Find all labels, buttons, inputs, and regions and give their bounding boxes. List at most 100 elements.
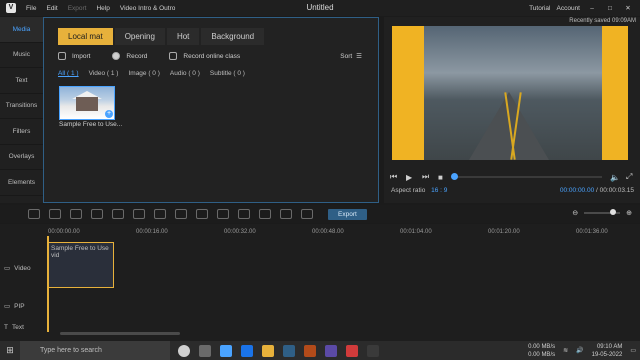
track-text[interactable]: T Text bbox=[4, 324, 24, 331]
resize-icon[interactable] bbox=[196, 209, 208, 219]
wifi-icon[interactable]: ≋ bbox=[563, 347, 568, 354]
screen-icon[interactable] bbox=[217, 209, 229, 219]
record-app-icon[interactable] bbox=[346, 344, 358, 357]
track-video-label: Video bbox=[14, 264, 31, 272]
system-tray: 0.00 MB/s 0.00 MB/s ≋ 🔊 09:10 AM 19-05-2… bbox=[528, 341, 636, 360]
record-button[interactable]: Record bbox=[126, 53, 147, 60]
rotate-icon[interactable] bbox=[175, 209, 187, 219]
tutorial-link[interactable]: Tutorial bbox=[529, 5, 550, 12]
cortana-icon[interactable] bbox=[178, 344, 190, 357]
sort-icon[interactable]: ☰ bbox=[356, 52, 362, 60]
windows-start-icon[interactable]: ⊞ bbox=[0, 341, 20, 360]
split-icon[interactable] bbox=[91, 209, 103, 219]
menu-help[interactable]: Help bbox=[96, 5, 109, 12]
menu-video-intro-outro[interactable]: Video Intro & Outro bbox=[120, 5, 176, 12]
recently-saved-label: Recently saved 09:09AM bbox=[569, 18, 636, 24]
taskbar-search[interactable]: Type here to search bbox=[20, 341, 170, 360]
ruler-tick: 00:00:32.00 bbox=[224, 229, 256, 235]
after-effects-icon[interactable] bbox=[325, 344, 337, 357]
record-icon[interactable] bbox=[112, 52, 121, 60]
menu-edit[interactable]: Edit bbox=[46, 5, 57, 12]
ruler-tick: 00:01:36.00 bbox=[576, 229, 608, 235]
tab-local-mat[interactable]: Local mat bbox=[58, 28, 113, 45]
volume-icon[interactable]: 🔈 bbox=[610, 173, 620, 182]
sort-button[interactable]: Sort bbox=[340, 53, 352, 60]
filter-audio[interactable]: Audio ( 0 ) bbox=[170, 70, 200, 77]
net-up: 0.00 MB/s bbox=[528, 343, 556, 350]
nav-transitions[interactable]: Transitions bbox=[0, 94, 43, 119]
step-back-icon[interactable]: ⏮ bbox=[390, 172, 398, 182]
zoom-in-icon[interactable]: ⊕ bbox=[626, 209, 632, 217]
ruler-tick: 00:01:04.00 bbox=[400, 229, 432, 235]
export-button[interactable]: Export bbox=[328, 208, 367, 220]
stop-icon[interactable]: ■ bbox=[438, 173, 446, 182]
close-icon[interactable]: ✕ bbox=[622, 4, 634, 12]
tab-opening[interactable]: Opening bbox=[114, 28, 165, 45]
import-button[interactable]: Import bbox=[72, 53, 90, 60]
timecode: 00:00:00.00 / 00:00:03.15 bbox=[559, 187, 634, 194]
fullscreen-icon[interactable]: ⤢ bbox=[626, 172, 634, 182]
tab-background[interactable]: Background bbox=[201, 28, 265, 45]
volume-tray-icon[interactable]: 🔊 bbox=[576, 347, 583, 354]
nav-media[interactable]: Media bbox=[0, 17, 43, 43]
filter-subtitle[interactable]: Subtitle ( 0 ) bbox=[210, 70, 245, 77]
nav-music[interactable]: Music bbox=[0, 43, 43, 68]
video-editor-taskbar-icon[interactable] bbox=[367, 344, 379, 357]
track-pip[interactable]: ▭ PIP bbox=[4, 302, 25, 311]
file-explorer-icon[interactable] bbox=[262, 344, 274, 357]
nav-overlays[interactable]: Overlays bbox=[0, 145, 43, 170]
record-online-button[interactable]: Record online class bbox=[183, 53, 240, 60]
photoshop-icon[interactable] bbox=[283, 344, 295, 357]
import-icon[interactable] bbox=[58, 52, 66, 60]
preview-panel: Recently saved 09:09AM ⏮ ▶ ⏭ ■ 🔈 ⤢ Aspec… bbox=[384, 17, 640, 203]
track-video[interactable]: ▭ Video bbox=[4, 264, 31, 273]
record-online-icon[interactable] bbox=[169, 52, 178, 60]
chrome-icon[interactable] bbox=[241, 344, 253, 357]
zoom-slider-knob[interactable] bbox=[610, 209, 617, 215]
notifications-icon[interactable]: ▭ bbox=[630, 347, 636, 354]
aspect-ratio-label: Aspect ratio bbox=[391, 187, 426, 194]
timer-icon[interactable] bbox=[238, 209, 250, 219]
menu-export[interactable]: Export bbox=[68, 5, 87, 12]
aspect-ratio[interactable]: Aspect ratio 16 : 9 bbox=[391, 187, 447, 194]
aspect-ratio-value[interactable]: 16 : 9 bbox=[431, 187, 447, 194]
redo-icon[interactable] bbox=[49, 209, 61, 219]
play-icon[interactable]: ▶ bbox=[406, 173, 414, 182]
ruler-tick: 00:00:00.00 bbox=[48, 229, 80, 235]
zoom-slider[interactable] bbox=[584, 209, 621, 215]
undo-icon[interactable] bbox=[28, 209, 40, 219]
video-track-icon: ▭ bbox=[4, 265, 11, 272]
menu-file[interactable]: File bbox=[26, 5, 36, 12]
account-link[interactable]: Account bbox=[557, 5, 581, 12]
tray-date: 19-05-2022 bbox=[591, 351, 623, 358]
filter-image[interactable]: Image ( 0 ) bbox=[128, 70, 159, 77]
filter-all[interactable]: All ( 1 ) bbox=[58, 70, 79, 77]
nav-text[interactable]: Text bbox=[0, 68, 43, 94]
filter-video[interactable]: Video ( 1 ) bbox=[89, 70, 119, 77]
delete-icon[interactable] bbox=[112, 209, 124, 219]
video-clip[interactable]: Sample Free to Use vid bbox=[48, 242, 114, 288]
tray-clock[interactable]: 09:10 AM 19-05-2022 bbox=[592, 343, 623, 359]
add-to-timeline-icon[interactable]: + bbox=[105, 110, 113, 118]
illustrator-icon[interactable] bbox=[304, 344, 316, 357]
preview-progress-handle[interactable] bbox=[451, 173, 458, 180]
edge-icon[interactable] bbox=[220, 344, 232, 357]
tab-hot[interactable]: Hot bbox=[166, 28, 200, 45]
playhead[interactable] bbox=[47, 236, 49, 332]
task-view-icon[interactable] bbox=[199, 344, 211, 357]
mic-icon[interactable] bbox=[259, 209, 271, 219]
media-thumbnail[interactable]: + bbox=[59, 86, 115, 120]
nav-elements[interactable]: Elements bbox=[0, 170, 43, 196]
color-icon[interactable] bbox=[301, 209, 313, 219]
crop-icon[interactable] bbox=[154, 209, 166, 219]
pen-icon[interactable] bbox=[70, 209, 82, 219]
nav-filters[interactable]: Filters bbox=[0, 119, 43, 145]
step-forward-icon[interactable]: ⏭ bbox=[422, 172, 430, 182]
preview-progress-bar[interactable] bbox=[451, 173, 602, 180]
text-icon[interactable] bbox=[133, 209, 145, 219]
mosaic-icon[interactable] bbox=[280, 209, 292, 219]
maximize-icon[interactable]: □ bbox=[604, 5, 616, 12]
timeline-scrollbar[interactable] bbox=[60, 332, 180, 335]
minimize-icon[interactable]: – bbox=[586, 5, 598, 12]
zoom-out-icon[interactable]: ⊖ bbox=[572, 209, 578, 217]
